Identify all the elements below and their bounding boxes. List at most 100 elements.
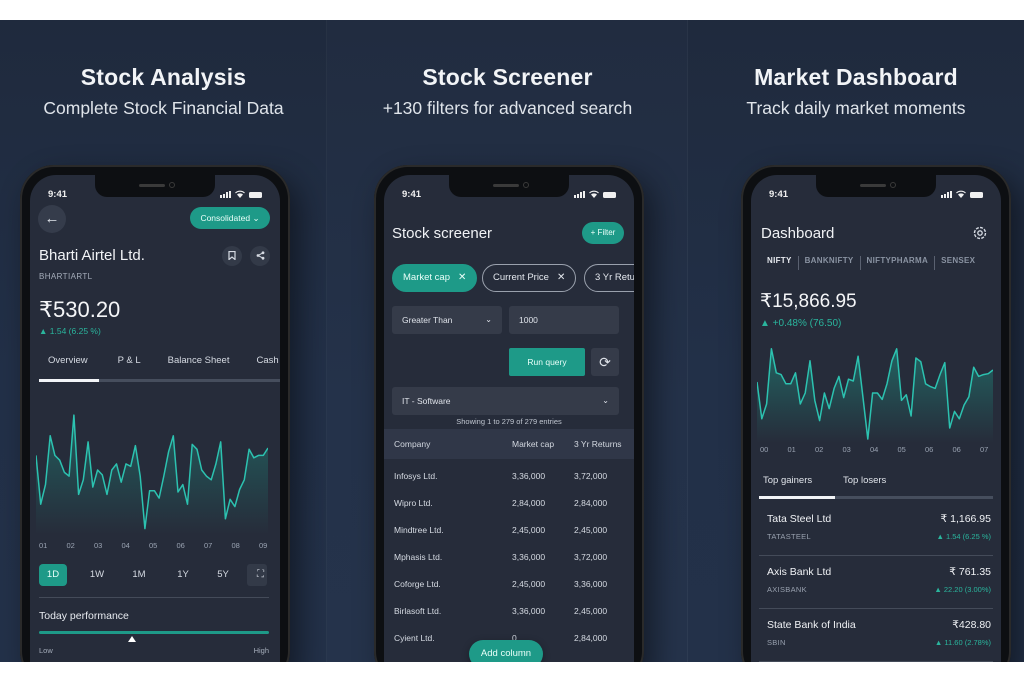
stock-change: ▲ 1.54 (6.25 %) <box>936 532 991 541</box>
run-query-button[interactable]: Run query <box>509 348 585 376</box>
x-tick-label: 06 <box>952 445 961 454</box>
stock-price: ₹530.20 <box>39 297 121 322</box>
index-change: ▲ +0.48% (76.50) <box>760 318 842 329</box>
table-row[interactable]: Mindtree Ltd. 2,45,000 2,45,000 <box>384 517 634 544</box>
value-input[interactable]: 1000 <box>509 306 619 334</box>
performance-high-label: High <box>253 646 269 655</box>
back-button[interactable]: ← <box>38 205 66 233</box>
table-cell: Coforge Ltd. <box>394 579 441 589</box>
x-tick-label: 05 <box>897 445 906 454</box>
column-header[interactable]: Company <box>394 429 430 459</box>
sector-select[interactable]: IT - Software ⌄ <box>392 387 619 415</box>
add-filter-button[interactable]: + Filter <box>582 222 624 244</box>
expand-icon: ⛶ <box>257 569 264 580</box>
table-cell: Mphasis Ltd. <box>394 552 443 562</box>
status-time: 9:41 <box>769 189 789 200</box>
status-time: 9:41 <box>402 189 422 200</box>
wifi-icon <box>589 190 599 198</box>
table-cell: Wipro Ltd. <box>394 498 433 508</box>
bookmark-button[interactable] <box>222 246 242 266</box>
x-tick-label: 01 <box>787 445 796 454</box>
table-cell: 3,72,000 <box>574 471 608 481</box>
table-row[interactable]: Wipro Ltd. 2,84,000 2,84,000 <box>384 490 634 517</box>
tab-indicator-track <box>39 379 280 382</box>
stock-change: ▲ 11.60 (2.78%) <box>934 638 991 647</box>
tab-niftypharma[interactable]: NIFTYPHARMA <box>859 256 935 270</box>
signal-icon <box>574 191 585 198</box>
x-tick-label: 02 <box>66 541 75 550</box>
close-icon[interactable]: ✕ <box>557 272 565 283</box>
tab-pl[interactable]: P & L <box>118 355 141 375</box>
tab-sensex[interactable]: SENSEX <box>934 256 981 270</box>
table-cell: Cyient Ltd. <box>394 633 435 643</box>
refresh-button[interactable]: ⟳ <box>591 348 619 376</box>
table-row[interactable]: Birlasoft Ltd. 3,36,000 2,45,000 <box>384 598 634 625</box>
close-icon[interactable]: ✕ <box>458 272 466 283</box>
period-1w[interactable]: 1W <box>83 564 111 586</box>
tab-balance-sheet[interactable]: Balance Sheet <box>168 355 230 375</box>
gainer-row[interactable]: Axis Bank Ltd AXISBANK ₹ 761.35 ▲ 22.20 (3.… <box>759 556 993 609</box>
fullscreen-button[interactable]: ⛶ <box>247 564 267 586</box>
status-icons <box>941 190 983 198</box>
panel-headline: Stock Analysis <box>80 64 247 90</box>
x-tick-label: 06 <box>176 541 185 550</box>
tab-indicator-active <box>759 496 835 499</box>
panel-subline: Track daily market moments <box>746 98 966 118</box>
period-1m[interactable]: 1M <box>125 564 153 586</box>
panel-stock-analysis: Stock Analysis Complete Stock Financial … <box>0 20 327 662</box>
signal-icon <box>220 191 231 198</box>
tab-top-losers[interactable]: Top losers <box>843 475 886 486</box>
add-column-button[interactable]: Add column <box>469 640 543 662</box>
stock-name: Axis Bank Ltd <box>767 566 832 578</box>
tab-cash[interactable]: Cash <box>256 355 278 375</box>
table-cell: 3,36,000 <box>512 552 546 562</box>
chart-area-fill <box>757 348 993 443</box>
sector-value: IT - Software <box>402 396 451 406</box>
stock-ticker: SBIN <box>767 638 786 647</box>
filter-chip[interactable]: Market cap ✕ <box>392 264 478 292</box>
gainer-row[interactable]: State Bank of India SBIN ₹428.80 ▲ 11.60 (2… <box>759 609 993 662</box>
table-cell: 2,45,000 <box>512 525 546 535</box>
condition-select[interactable]: Greater Than ⌄ <box>392 306 502 334</box>
tab-top-gainers[interactable]: Top gainers <box>763 475 812 486</box>
chart-x-axis: 00 01 02 03 04 05 06 06 07 <box>751 445 1001 457</box>
gear-icon[interactable] <box>971 224 989 242</box>
phone-screen: 9:41 ← Consolidated ⌄ Bharti Airtel Ltd.… <box>30 175 280 662</box>
table-row[interactable]: Coforge Ltd. 2,45,000 3,36,000 <box>384 571 634 598</box>
phone-notch <box>816 175 936 197</box>
table-row[interactable]: Infosys Ltd. 3,36,000 3,72,000 <box>384 463 634 490</box>
filter-chip[interactable]: 3 Yr Returns✕ <box>584 264 634 292</box>
panel-market-dashboard: Market Dashboard Track daily market mome… <box>688 20 1024 662</box>
table-cell: 3,36,000 <box>574 579 608 589</box>
tab-banknifty[interactable]: BANKNIFTY <box>797 256 860 270</box>
period-1d[interactable]: 1D <box>39 564 67 586</box>
x-tick-label: 07 <box>980 445 989 454</box>
table-row[interactable]: Mphasis Ltd. 3,36,000 3,72,000 <box>384 544 634 571</box>
share-icon <box>256 251 264 260</box>
table-cell: 2,45,000 <box>574 525 608 535</box>
refresh-icon: ⟳ <box>599 354 611 370</box>
stock-change: ▲ 22.20 (3.00%) <box>934 585 991 594</box>
share-button[interactable] <box>250 246 270 266</box>
x-tick-label: 05 <box>149 541 158 550</box>
table-cell: Infosys Ltd. <box>394 471 438 481</box>
x-tick-label: 06 <box>925 445 934 454</box>
period-5y[interactable]: 5Y <box>209 564 237 586</box>
x-tick-label: 04 <box>121 541 130 550</box>
x-tick-label: 03 <box>94 541 103 550</box>
chip-label: Current Price <box>493 272 549 283</box>
chip-label: 3 Yr Returns <box>595 272 634 283</box>
column-header[interactable]: 3 Yr Returns <box>574 429 622 459</box>
statement-type-select[interactable]: Consolidated ⌄ <box>190 207 270 229</box>
tab-nifty[interactable]: NIFTY <box>761 256 798 270</box>
gainer-row[interactable]: Tata Steel Ltd TATASTEEL ₹ 1,166.95 ▲ 1.54 … <box>759 503 993 556</box>
column-header[interactable]: Market cap <box>512 429 554 459</box>
bookmark-icon <box>228 250 236 261</box>
tab-overview[interactable]: Overview <box>48 355 88 375</box>
chip-label: Market cap <box>403 272 450 283</box>
period-1y[interactable]: 1Y <box>169 564 197 586</box>
stock-name: Bharti Airtel Ltd. <box>39 247 145 264</box>
filter-chip[interactable]: Current Price ✕ <box>482 264 577 292</box>
table-cell: 2,84,000 <box>512 498 546 508</box>
stock-name: State Bank of India <box>767 619 856 631</box>
